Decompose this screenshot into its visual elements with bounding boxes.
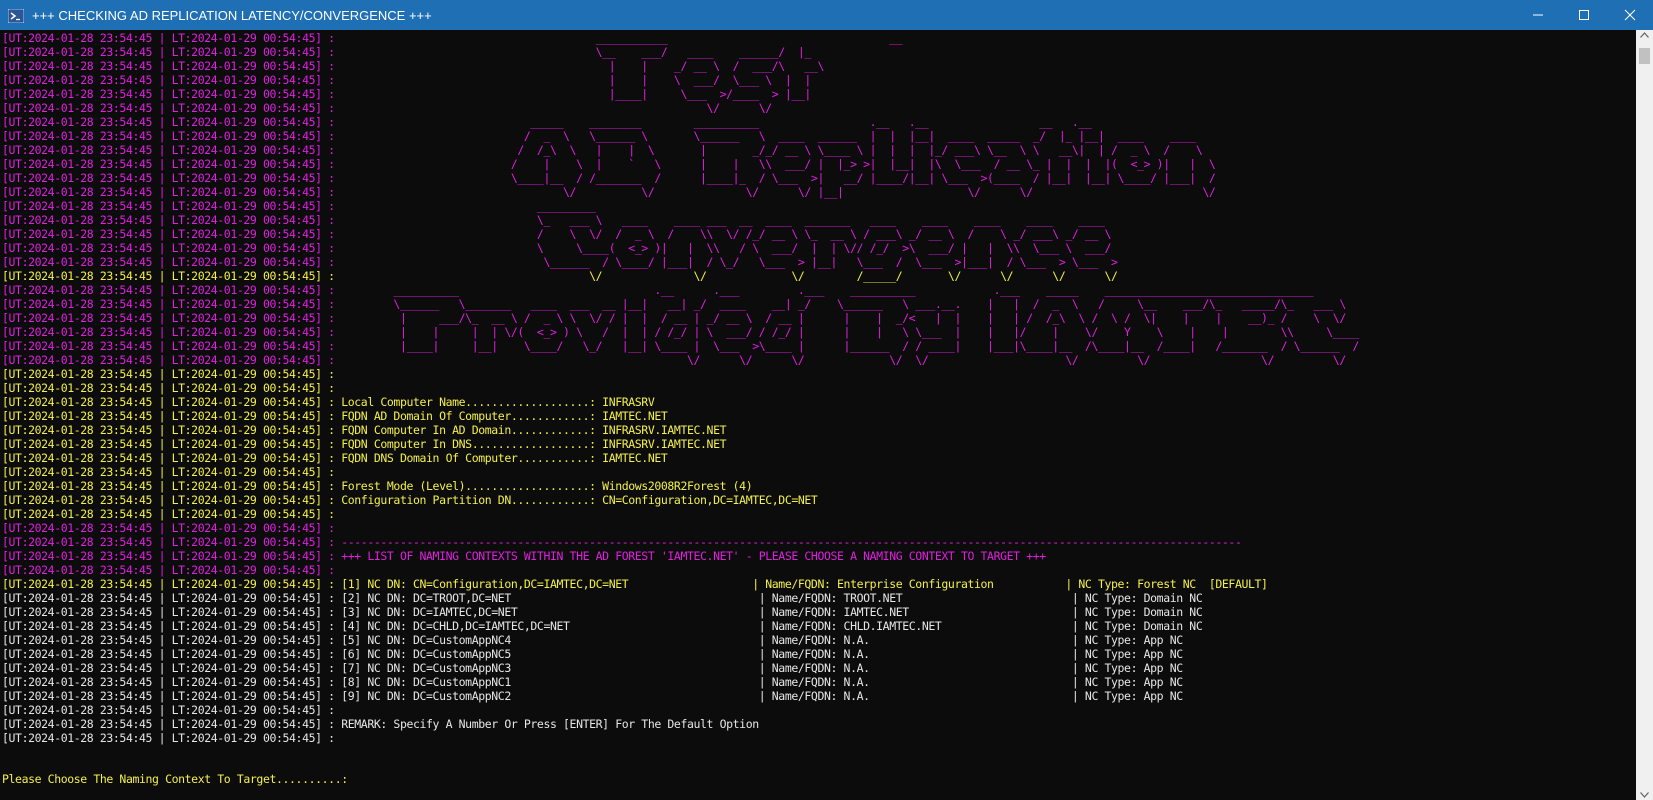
vertical-scrollbar[interactable]	[1636, 30, 1653, 800]
console-line: [UT:2024-01-28 23:54:45 | LT:2024-01-29 …	[2, 423, 727, 437]
console-line: [UT:2024-01-28 23:54:45 | LT:2024-01-29 …	[2, 577, 1268, 591]
console-line: [UT:2024-01-28 23:54:45 | LT:2024-01-29 …	[2, 437, 727, 451]
console-line: [UT:2024-01-28 23:54:45 | LT:2024-01-29 …	[2, 409, 668, 423]
console-line: [UT:2024-01-28 23:54:45 | LT:2024-01-29 …	[2, 549, 1046, 563]
console-line: [UT:2024-01-28 23:54:45 | LT:2024-01-29 …	[2, 479, 753, 493]
console-line: [UT:2024-01-28 23:54:45 | LT:2024-01-29 …	[2, 241, 1112, 255]
console-line: [UT:2024-01-28 23:54:45 | LT:2024-01-29 …	[2, 605, 1203, 619]
console-line: [UT:2024-01-28 23:54:45 | LT:2024-01-29 …	[2, 367, 335, 381]
console-line: [UT:2024-01-28 23:54:45 | LT:2024-01-29 …	[2, 283, 1314, 297]
console-line: [UT:2024-01-28 23:54:45 | LT:2024-01-29 …	[2, 353, 1346, 367]
console-line: [UT:2024-01-28 23:54:45 | LT:2024-01-29 …	[2, 619, 1203, 633]
scrollbar-thumb[interactable]	[1639, 48, 1650, 64]
input-prompt[interactable]: Please Choose The Naming Context To Targ…	[2, 772, 348, 786]
scroll-up-icon[interactable]	[1640, 32, 1649, 38]
console-line: [UT:2024-01-28 23:54:45 | LT:2024-01-29 …	[2, 633, 1183, 647]
console-line: [UT:2024-01-28 23:54:45 | LT:2024-01-29 …	[2, 199, 596, 213]
maximize-button[interactable]	[1561, 0, 1607, 30]
console-line: [UT:2024-01-28 23:54:45 | LT:2024-01-29 …	[2, 521, 335, 535]
maximize-icon	[1579, 10, 1589, 20]
minimize-icon	[1533, 14, 1543, 16]
console-line: [UT:2024-01-28 23:54:45 | LT:2024-01-29 …	[2, 255, 1118, 269]
console-line: [UT:2024-01-28 23:54:45 | LT:2024-01-29 …	[2, 31, 903, 45]
console-line: [UT:2024-01-28 23:54:45 | LT:2024-01-29 …	[2, 451, 668, 465]
close-button[interactable]	[1607, 0, 1653, 30]
console-line: [UT:2024-01-28 23:54:45 | LT:2024-01-29 …	[2, 269, 1118, 283]
console-line: [UT:2024-01-28 23:54:45 | LT:2024-01-29 …	[2, 185, 1216, 199]
console-line: [UT:2024-01-28 23:54:45 | LT:2024-01-29 …	[2, 591, 1203, 605]
console-line: [UT:2024-01-28 23:54:45 | LT:2024-01-29 …	[2, 59, 824, 73]
console-line: [UT:2024-01-28 23:54:45 | LT:2024-01-29 …	[2, 493, 818, 507]
console-line: [UT:2024-01-28 23:54:45 | LT:2024-01-29 …	[2, 143, 1203, 157]
title-bar: +++ CHECKING AD REPLICATION LATENCY/CONV…	[0, 0, 1653, 30]
minimize-button[interactable]	[1515, 0, 1561, 30]
console-line: [UT:2024-01-28 23:54:45 | LT:2024-01-29 …	[2, 717, 759, 731]
console-line: [UT:2024-01-28 23:54:45 | LT:2024-01-29 …	[2, 395, 655, 409]
console-line: [UT:2024-01-28 23:54:45 | LT:2024-01-29 …	[2, 563, 335, 577]
powershell-icon	[7, 8, 25, 24]
console-line: [UT:2024-01-28 23:54:45 | LT:2024-01-29 …	[2, 507, 335, 521]
console-line: [UT:2024-01-28 23:54:45 | LT:2024-01-29 …	[2, 731, 335, 745]
console-line: [UT:2024-01-28 23:54:45 | LT:2024-01-29 …	[2, 115, 1092, 129]
console-line: [UT:2024-01-28 23:54:45 | LT:2024-01-29 …	[2, 703, 335, 717]
console-line: [UT:2024-01-28 23:54:45 | LT:2024-01-29 …	[2, 689, 1183, 703]
console-line: [UT:2024-01-28 23:54:45 | LT:2024-01-29 …	[2, 213, 1105, 227]
console-line: [UT:2024-01-28 23:54:45 | LT:2024-01-29 …	[2, 647, 1183, 661]
console-line: [UT:2024-01-28 23:54:45 | LT:2024-01-29 …	[2, 87, 811, 101]
console-line: [UT:2024-01-28 23:54:45 | LT:2024-01-29 …	[2, 129, 1196, 143]
console-line: [UT:2024-01-28 23:54:45 | LT:2024-01-29 …	[2, 227, 1112, 241]
console-line: [UT:2024-01-28 23:54:45 | LT:2024-01-29 …	[2, 101, 772, 115]
console-output[interactable]: [UT:2024-01-28 23:54:45 | LT:2024-01-29 …	[0, 30, 1636, 800]
scroll-down-icon[interactable]	[1640, 792, 1649, 798]
console-line: [UT:2024-01-28 23:54:45 | LT:2024-01-29 …	[2, 297, 1346, 311]
console-line: [UT:2024-01-28 23:54:45 | LT:2024-01-29 …	[2, 73, 811, 87]
console-line: [UT:2024-01-28 23:54:45 | LT:2024-01-29 …	[2, 535, 1242, 549]
console-line: [UT:2024-01-28 23:54:45 | LT:2024-01-29 …	[2, 157, 1216, 171]
console-line: [UT:2024-01-28 23:54:45 | LT:2024-01-29 …	[2, 45, 811, 59]
console-line: [UT:2024-01-28 23:54:45 | LT:2024-01-29 …	[2, 339, 1359, 353]
console-line: [UT:2024-01-28 23:54:45 | LT:2024-01-29 …	[2, 381, 335, 395]
console-line: [UT:2024-01-28 23:54:45 | LT:2024-01-29 …	[2, 311, 1346, 325]
console-lines: [UT:2024-01-28 23:54:45 | LT:2024-01-29 …	[2, 31, 1359, 745]
console-line: [UT:2024-01-28 23:54:45 | LT:2024-01-29 …	[2, 325, 1359, 339]
close-icon	[1624, 9, 1636, 21]
console-line: [UT:2024-01-28 23:54:45 | LT:2024-01-29 …	[2, 465, 335, 479]
window-title: +++ CHECKING AD REPLICATION LATENCY/CONV…	[32, 7, 432, 23]
console-line: [UT:2024-01-28 23:54:45 | LT:2024-01-29 …	[2, 171, 1216, 185]
console-line: [UT:2024-01-28 23:54:45 | LT:2024-01-29 …	[2, 661, 1183, 675]
console-line: [UT:2024-01-28 23:54:45 | LT:2024-01-29 …	[2, 675, 1183, 689]
